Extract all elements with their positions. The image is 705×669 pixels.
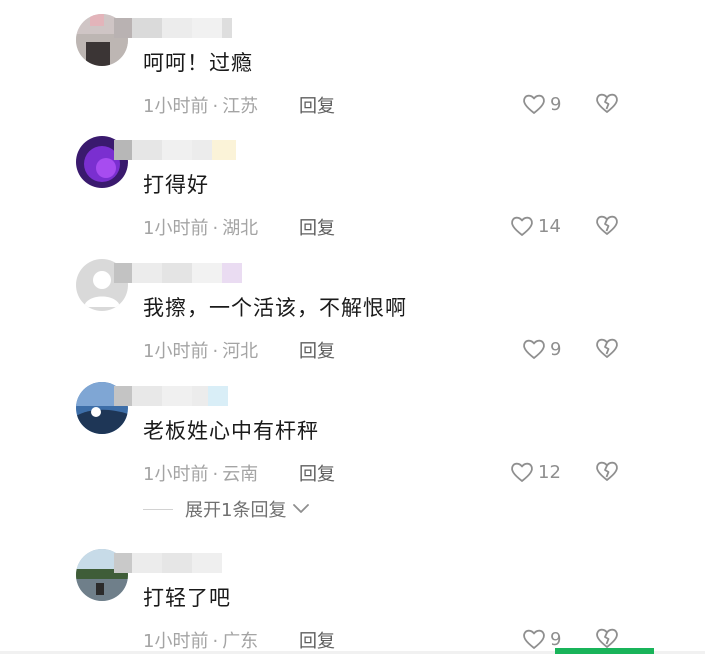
username-blurred[interactable] xyxy=(114,384,264,408)
comment-location: 江苏 xyxy=(222,96,259,117)
separator-dot: · xyxy=(212,341,219,362)
broken-heart-icon xyxy=(596,461,618,481)
dislike-button[interactable] xyxy=(595,336,619,360)
username-blurred[interactable] xyxy=(114,551,264,575)
like-button[interactable]: 9 xyxy=(522,91,561,117)
broken-heart-icon xyxy=(596,338,618,358)
comment-item: 打得好 1小时前 · 湖北 回复 14 xyxy=(0,136,705,256)
comment-location: 湖北 xyxy=(222,218,259,239)
reply-button[interactable]: 回复 xyxy=(299,627,335,653)
comment-item: 呵呵！过瘾 1小时前 · 江苏 回复 9 xyxy=(0,14,705,134)
comment-time: 1小时前 xyxy=(143,631,209,652)
expand-replies-button[interactable]: 展开1条回复 xyxy=(143,496,310,522)
comment-meta: 1小时前 · 云南 xyxy=(143,460,259,485)
comment-location: 河北 xyxy=(222,341,259,362)
comment-item: 我擦，一个活该，不解恨啊 1小时前 · 河北 回复 9 xyxy=(0,259,705,379)
reply-button[interactable]: 回复 xyxy=(299,214,335,240)
comment-time: 1小时前 xyxy=(143,464,209,485)
comment-location: 云南 xyxy=(222,464,259,485)
separator-dot: · xyxy=(212,218,219,239)
dislike-button[interactable] xyxy=(595,459,619,483)
username-blurred[interactable] xyxy=(114,261,264,285)
like-count: 9 xyxy=(550,338,562,360)
expand-replies-label: 展开1条回复 xyxy=(185,500,287,521)
comment-meta: 1小时前 · 广东 xyxy=(143,627,259,652)
broken-heart-icon xyxy=(596,93,618,113)
like-count: 9 xyxy=(550,628,562,650)
dislike-button[interactable] xyxy=(595,91,619,115)
like-button[interactable]: 12 xyxy=(510,459,561,485)
dislike-button[interactable] xyxy=(595,626,619,650)
like-button[interactable]: 9 xyxy=(522,336,561,362)
comment-meta: 1小时前 · 河北 xyxy=(143,337,259,362)
broken-heart-icon xyxy=(596,215,618,235)
heart-outline-icon xyxy=(523,629,545,649)
heart-outline-icon xyxy=(523,339,545,359)
separator-dot: · xyxy=(212,631,219,652)
heart-outline-icon xyxy=(523,94,545,114)
like-count: 12 xyxy=(538,461,561,483)
comment-time: 1小时前 xyxy=(143,218,209,239)
comment-time: 1小时前 xyxy=(143,96,209,117)
comment-text: 打得好 xyxy=(143,173,209,197)
broken-heart-icon xyxy=(596,628,618,648)
comment-text: 老板姓心中有杆秤 xyxy=(143,419,319,443)
chevron-down-icon xyxy=(293,504,310,513)
heart-outline-icon xyxy=(511,462,533,482)
reply-button[interactable]: 回复 xyxy=(299,460,335,486)
comment-time: 1小时前 xyxy=(143,341,209,362)
comment-meta: 1小时前 · 江苏 xyxy=(143,92,259,117)
username-blurred[interactable] xyxy=(114,16,264,40)
comment-text: 我擦，一个活该，不解恨啊 xyxy=(143,296,407,320)
comment-item: 老板姓心中有杆秤 1小时前 · 云南 回复 12 xyxy=(0,382,705,502)
comment-location: 广东 xyxy=(222,631,259,652)
comment-text: 呵呵！过瘾 xyxy=(143,51,253,75)
heart-outline-icon xyxy=(511,216,533,236)
separator-dot: · xyxy=(212,464,219,485)
bottom-accent-bar xyxy=(555,648,654,654)
separator-dot: · xyxy=(212,96,219,117)
comment-meta: 1小时前 · 湖北 xyxy=(143,214,259,239)
dislike-button[interactable] xyxy=(595,213,619,237)
username-blurred[interactable] xyxy=(114,138,264,162)
reply-button[interactable]: 回复 xyxy=(299,337,335,363)
like-button[interactable]: 14 xyxy=(510,213,561,239)
like-count: 14 xyxy=(538,215,561,237)
divider-line xyxy=(143,508,173,510)
reply-button[interactable]: 回复 xyxy=(299,92,335,118)
like-count: 9 xyxy=(550,93,562,115)
comment-text: 打轻了吧 xyxy=(143,586,231,610)
